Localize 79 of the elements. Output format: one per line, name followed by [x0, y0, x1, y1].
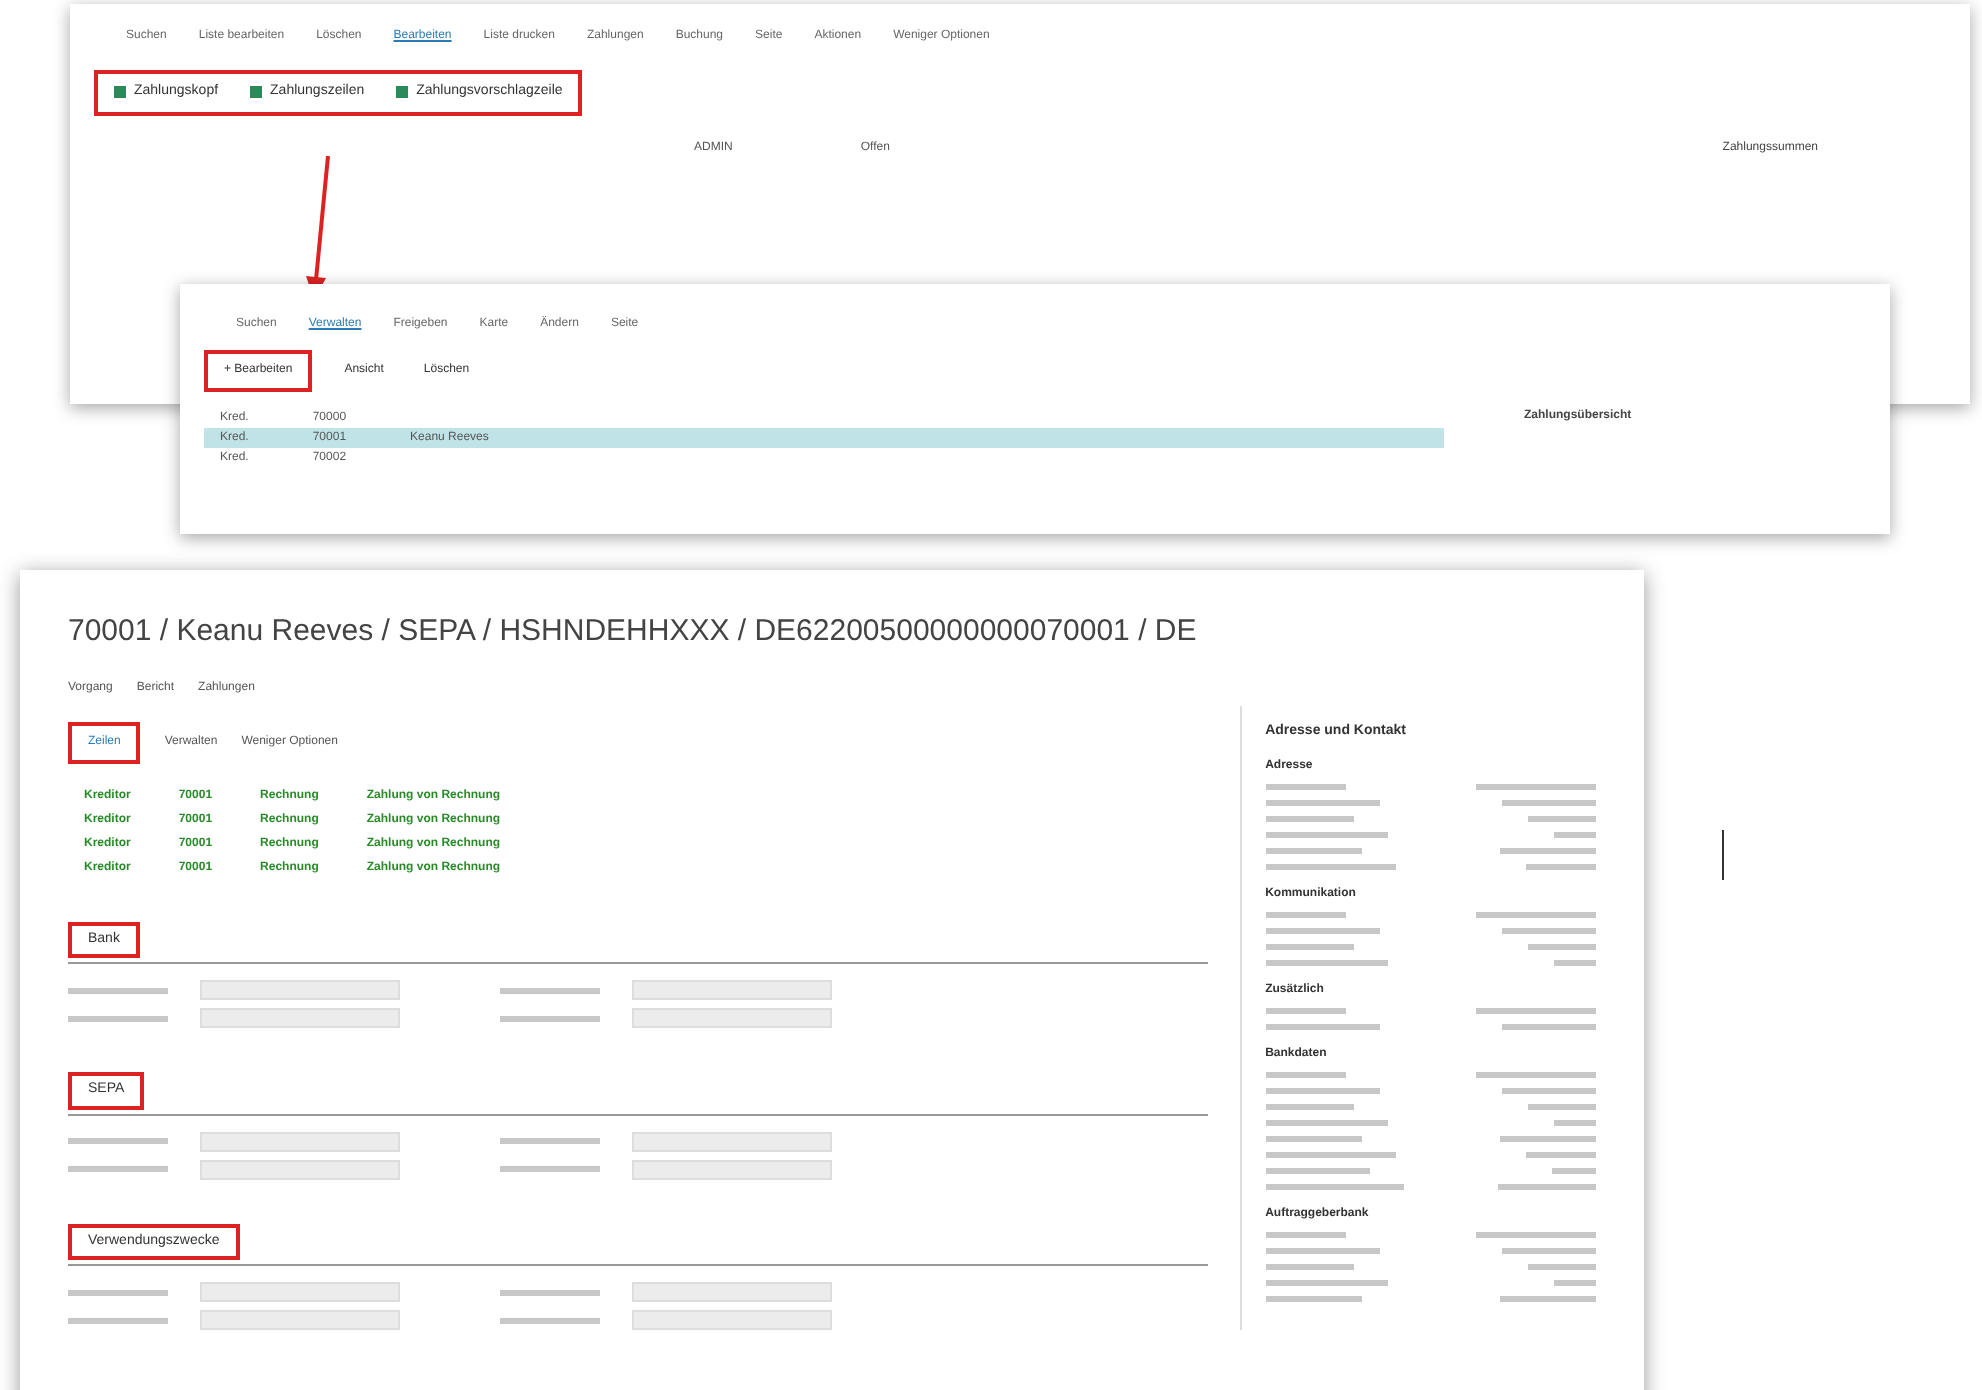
label-placeholder [68, 1289, 168, 1295]
value-placeholder [1476, 1232, 1596, 1238]
label-placeholder [1265, 1104, 1354, 1110]
label-placeholder [1265, 1248, 1380, 1254]
label-placeholder [1265, 1072, 1346, 1078]
value-placeholder [1476, 912, 1596, 918]
value-placeholder [1528, 944, 1596, 950]
page-title: 70001 / Keanu Reeves / SEPA / HSHNDEHHXXX / DE62200500000000070001 / DE [68, 612, 1199, 652]
label-placeholder [1265, 1280, 1388, 1286]
value-placeholder [1476, 1008, 1596, 1014]
label-placeholder [500, 1015, 600, 1021]
input-field[interactable] [632, 1282, 832, 1302]
label-placeholder [1265, 832, 1388, 838]
grid-icon [114, 86, 126, 99]
label-placeholder [1265, 1136, 1362, 1142]
input-field[interactable] [200, 1159, 400, 1179]
grid-icon [396, 86, 409, 99]
input-field[interactable] [200, 1282, 400, 1302]
value-placeholder [1526, 864, 1596, 870]
value-placeholder [1526, 1152, 1596, 1158]
label-placeholder [1265, 928, 1380, 934]
label-placeholder [1265, 864, 1396, 870]
value-placeholder [1528, 1104, 1596, 1110]
label-placeholder [1265, 1024, 1380, 1030]
label-placeholder [1265, 1232, 1346, 1238]
label-placeholder [500, 1289, 600, 1295]
value-placeholder [1498, 1184, 1596, 1190]
label-placeholder [1265, 800, 1380, 806]
label-placeholder [1265, 784, 1346, 790]
input-field[interactable] [632, 1131, 832, 1151]
text-cursor [1722, 830, 1724, 880]
value-placeholder [1554, 1120, 1596, 1126]
label-placeholder [1265, 1088, 1380, 1094]
label-placeholder [68, 1138, 168, 1144]
value-placeholder [1554, 832, 1596, 838]
label-placeholder [1265, 1168, 1370, 1174]
label-placeholder [1265, 1120, 1388, 1126]
value-placeholder [1554, 1280, 1596, 1286]
label-placeholder [500, 987, 600, 993]
label-placeholder [68, 987, 168, 993]
label-placeholder [500, 1317, 600, 1323]
value-placeholder [1502, 1088, 1596, 1094]
value-placeholder [1554, 960, 1596, 966]
input-field[interactable] [632, 1159, 832, 1179]
label-placeholder [1265, 944, 1354, 950]
grid-icon [250, 86, 263, 99]
value-placeholder [1528, 1264, 1596, 1270]
input-field[interactable] [200, 1310, 400, 1330]
input-field[interactable] [632, 1008, 832, 1028]
value-placeholder [1476, 784, 1596, 790]
input-field[interactable] [200, 980, 400, 1000]
label-placeholder [500, 1138, 600, 1144]
label-placeholder [68, 1317, 168, 1323]
value-placeholder [1502, 1024, 1596, 1030]
label-placeholder [68, 1015, 168, 1021]
value-placeholder [1552, 1168, 1596, 1174]
label-placeholder [1265, 1008, 1346, 1014]
label-placeholder [1265, 848, 1362, 854]
value-placeholder [1500, 1136, 1596, 1142]
value-placeholder [1500, 1296, 1596, 1302]
value-placeholder [1476, 1072, 1596, 1078]
label-placeholder [1265, 1152, 1396, 1158]
value-placeholder [1502, 928, 1596, 934]
label-placeholder [1265, 816, 1354, 822]
input-field[interactable] [200, 1131, 400, 1151]
label-placeholder [1265, 1296, 1362, 1302]
value-placeholder [1502, 800, 1596, 806]
label-placeholder [1265, 960, 1388, 966]
input-field[interactable] [632, 1310, 832, 1330]
value-placeholder [1502, 1248, 1596, 1254]
input-field[interactable] [200, 1008, 400, 1028]
value-placeholder [1528, 816, 1596, 822]
label-placeholder [1265, 1184, 1404, 1190]
label-placeholder [1265, 1264, 1354, 1270]
label-placeholder [68, 1166, 168, 1172]
value-placeholder [1500, 848, 1596, 854]
label-placeholder [1265, 912, 1346, 918]
label-placeholder [500, 1166, 600, 1172]
input-field[interactable] [632, 980, 832, 1000]
